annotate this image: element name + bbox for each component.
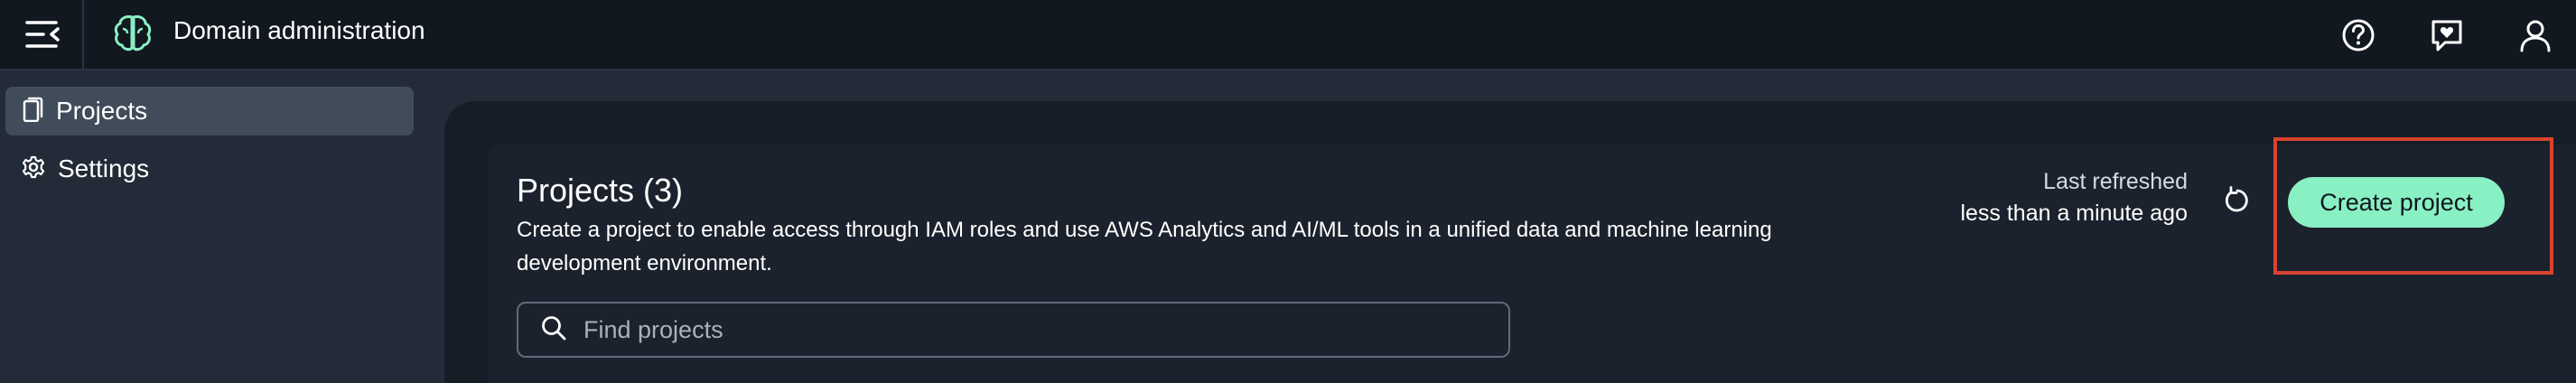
search-input[interactable] — [582, 304, 1508, 356]
topbar-divider — [82, 0, 84, 70]
sidebar-item-label: Settings — [58, 154, 150, 182]
sidebar-item-settings[interactable]: Settings — [5, 145, 414, 193]
projects-icon — [22, 97, 43, 126]
app-logo-icon — [112, 12, 154, 53]
app-title: Domain administration — [173, 16, 425, 44]
sidebar-item-label: Projects — [56, 97, 148, 125]
refresh-icon — [2223, 185, 2252, 220]
page-description: Create a project to enable access throug… — [517, 218, 1772, 276]
user-profile-icon[interactable] — [2513, 13, 2558, 58]
feedback-icon[interactable] — [2424, 13, 2469, 58]
search-field[interactable] — [517, 302, 1510, 358]
last-refreshed-value: less than a minute ago — [1960, 201, 2188, 226]
top-navigation-bar: Domain administration — [0, 0, 2576, 70]
search-icon — [540, 314, 567, 346]
page-title: Projects (3) — [517, 172, 684, 209]
create-project-button[interactable]: Create project — [2288, 177, 2505, 228]
refresh-button[interactable] — [2219, 184, 2255, 220]
help-icon[interactable] — [2336, 13, 2381, 58]
menu-collapse-icon[interactable] — [18, 11, 69, 58]
sidebar-item-projects[interactable]: Projects — [5, 87, 414, 135]
last-refreshed-info: Last refreshed less than a minute ago — [1960, 166, 2188, 229]
gear-icon — [22, 155, 45, 183]
sidebar: Projects Settings — [0, 72, 425, 383]
last-refreshed-label: Last refreshed — [2043, 169, 2188, 194]
